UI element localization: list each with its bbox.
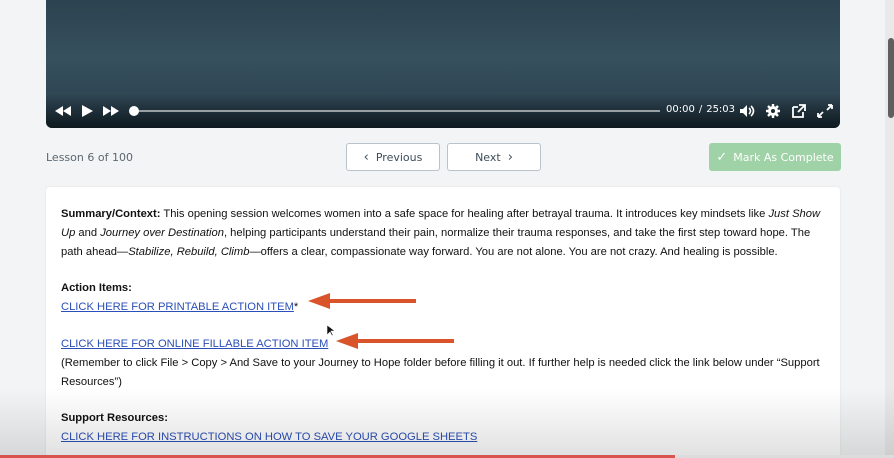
lesson-counter: Lesson 6 of 100 — [46, 151, 133, 164]
video-progress-bar[interactable] — [133, 110, 660, 112]
volume-icon[interactable] — [738, 103, 756, 119]
next-button[interactable]: Next › — [447, 143, 541, 171]
support-resources-heading: Support Resources: — [61, 412, 168, 424]
mark-complete-label: Mark As Complete — [733, 150, 834, 164]
next-label: Next — [475, 150, 501, 164]
rewind-icon[interactable] — [54, 103, 72, 119]
printable-suffix: * — [293, 301, 299, 313]
duration: 25:03 — [706, 104, 736, 115]
summary-text-2: and — [75, 227, 101, 239]
video-controls: 00:00/25:03 — [46, 100, 840, 122]
open-external-icon[interactable] — [790, 103, 808, 119]
previous-button[interactable]: ‹ Previous — [346, 143, 440, 171]
video-time: 00:00/25:03 — [666, 104, 735, 115]
chevron-right-icon: › — [507, 149, 513, 165]
page-scrollbar-thumb[interactable] — [888, 38, 894, 118]
page-scrollbar-track[interactable] — [885, 0, 894, 458]
lesson-content-card: Summary/Context: This opening session we… — [46, 187, 840, 458]
annotation-arrow-printable-icon — [308, 293, 416, 309]
printable-action-item-link[interactable]: CLICK HERE FOR PRINTABLE ACTION ITEM — [61, 301, 294, 313]
printable-row: CLICK HERE FOR PRINTABLE ACTION ITEM* — [61, 298, 823, 317]
action-items-heading: Action Items: — [61, 282, 132, 294]
mouse-cursor-icon — [327, 325, 335, 337]
annotation-arrow-fillable-icon — [336, 333, 454, 349]
summary-paragraph: Summary/Context: This opening session we… — [61, 205, 823, 262]
summary-text-4: —offers a clear, compassionate way forwa… — [249, 246, 778, 258]
summary-label: Summary/Context: — [61, 208, 161, 220]
current-time: 00:00 — [666, 104, 695, 115]
previous-label: Previous — [375, 150, 423, 164]
fillable-action-item-link[interactable]: CLICK HERE FOR ONLINE FILLABLE ACTION IT… — [61, 338, 328, 350]
checkmark-icon: ✓ — [716, 149, 728, 165]
video-progress-thumb[interactable] — [129, 106, 139, 116]
play-icon[interactable] — [78, 103, 96, 119]
time-separator: / — [698, 104, 703, 115]
video-player[interactable]: 00:00/25:03 — [46, 0, 840, 128]
summary-em-2: Journey over Destination — [100, 227, 224, 239]
fillable-note: (Remember to click File > Copy > And Sav… — [61, 357, 820, 388]
summary-em-3: Stabilize, Rebuild, Climb — [128, 246, 250, 258]
fast-forward-icon[interactable] — [102, 103, 120, 119]
summary-text-1: This opening session welcomes women into… — [160, 208, 769, 220]
chevron-left-icon: ‹ — [363, 149, 369, 165]
settings-gear-icon[interactable] — [764, 103, 782, 119]
google-sheets-instructions-link[interactable]: CLICK HERE FOR INSTRUCTIONS ON HOW TO SA… — [61, 431, 477, 443]
fullscreen-icon[interactable] — [816, 103, 834, 119]
mark-complete-button[interactable]: ✓ Mark As Complete — [709, 143, 841, 171]
google-sheets-row: CLICK HERE FOR INSTRUCTIONS ON HOW TO SA… — [61, 428, 823, 447]
